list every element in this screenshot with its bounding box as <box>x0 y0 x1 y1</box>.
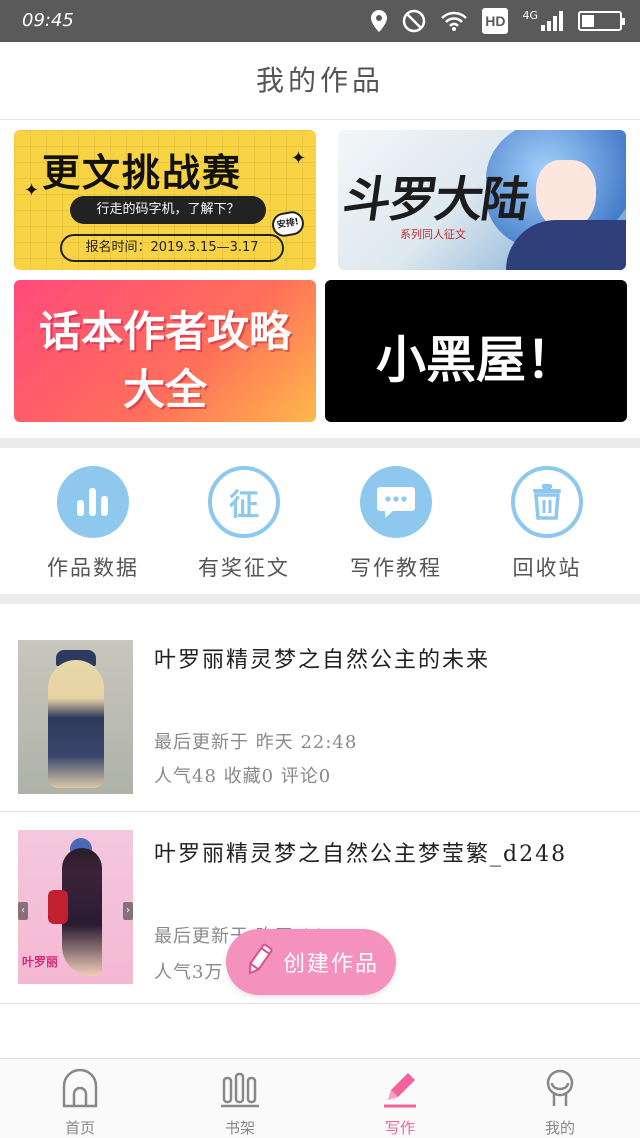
sparkle-icon: ✦ <box>290 148 306 169</box>
section-divider <box>0 594 640 604</box>
profile-icon <box>500 1067 620 1109</box>
pencil-icon <box>243 942 275 982</box>
contest-banner[interactable]: ✦ ✦ 更文挑战赛 行走的码字机，了解下？ 安排! 报名时间：2019.3.15… <box>14 130 316 270</box>
blackroom-text: 小黑屋！ <box>376 331 576 389</box>
hd-badge: HD <box>482 8 509 34</box>
blackroom-banner[interactable]: 小黑屋！ <box>325 280 627 422</box>
cover-prev-icon: ‹ <box>18 902 28 920</box>
zheng-character-icon: 征 <box>208 466 280 538</box>
tutorial-label: 写作教程 <box>350 556 442 580</box>
signal-icon <box>540 8 564 34</box>
recycle-bin-button[interactable]: 回收站 <box>487 466 607 582</box>
work-cover <box>18 640 133 794</box>
work-data-label: 作品数据 <box>47 556 139 580</box>
tab-home-label: 首页 <box>64 1119 95 1137</box>
author-guide-banner[interactable]: 话本作者攻略 大全 <box>14 280 316 422</box>
work-title: 叶罗丽精灵梦之自然公主梦莹繁_d248 <box>154 842 568 867</box>
chat-bubble-icon <box>360 466 432 538</box>
douluo-banner[interactable]: 斗罗大陆 系列同人征文 <box>338 130 626 270</box>
create-work-label: 创建作品 <box>282 952 379 977</box>
tab-write[interactable]: 写作 <box>340 1067 460 1138</box>
contest-button[interactable]: 征 有奖征文 <box>184 466 304 582</box>
status-time: 09:45 <box>22 10 74 31</box>
recycle-bin-label: 回收站 <box>512 556 582 580</box>
tab-write-label: 写作 <box>384 1119 415 1137</box>
quick-actions: 作品数据 征 有奖征文 写作教程 回收站 <box>0 448 640 594</box>
location-icon <box>370 8 388 34</box>
tab-home[interactable]: 首页 <box>20 1067 140 1138</box>
bar-chart-icon <box>57 466 129 538</box>
trash-icon <box>511 466 583 538</box>
work-updated: 最后更新于 昨天 22:48 <box>154 732 358 753</box>
cover-next-icon: › <box>123 902 133 920</box>
work-stats: 人气48 收藏0 评论0 <box>154 766 332 787</box>
bottom-tab-bar: 首页 书架 写作 我的 <box>0 1058 640 1138</box>
contest-label: 有奖征文 <box>198 556 290 580</box>
tab-mine[interactable]: 我的 <box>500 1067 620 1138</box>
guide-line-2: 大全 <box>122 365 207 414</box>
sparkle-icon: ✦ <box>24 180 40 201</box>
contest-tagline: 行走的码字机，了解下？ <box>70 196 266 224</box>
bookshelf-icon <box>180 1067 300 1109</box>
home-icon <box>20 1067 140 1109</box>
status-bar: 09:45 HD 4G <box>0 0 640 42</box>
work-stats: 人气3万 <box>154 962 224 983</box>
page-title: 我的作品 <box>255 64 384 97</box>
do-not-disturb-icon <box>402 8 426 34</box>
work-cover: ‹ › 叶罗丽 <box>18 830 133 984</box>
contest-date: 报名时间：2019.3.15—3.17 <box>60 234 284 262</box>
cover-logo: 叶罗丽 <box>22 955 59 969</box>
work-item[interactable]: 叶罗丽精灵梦之自然公主的未来 最后更新于 昨天 22:48 人气48 收藏0 评… <box>0 604 640 812</box>
section-divider <box>0 438 640 448</box>
banner-grid: ✦ ✦ 更文挑战赛 行走的码字机，了解下？ 安排! 报名时间：2019.3.15… <box>0 120 640 438</box>
work-data-button[interactable]: 作品数据 <box>33 466 153 582</box>
douluo-subtitle: 系列同人征文 <box>400 228 466 241</box>
tab-bookshelf-label: 书架 <box>224 1119 255 1137</box>
contest-heading: 更文挑战赛 <box>42 151 243 195</box>
tab-mine-label: 我的 <box>544 1119 575 1137</box>
create-work-button[interactable]: 创建作品 <box>226 929 396 995</box>
pen-icon <box>340 1067 460 1109</box>
wifi-icon <box>440 8 468 34</box>
guide-line-1: 话本作者攻略 <box>38 307 291 356</box>
douluo-title: 斗罗大陆 <box>339 172 532 228</box>
status-icons: HD 4G <box>370 8 625 34</box>
network-type-label: 4G <box>522 8 538 22</box>
battery-icon <box>578 8 625 34</box>
tab-bookshelf[interactable]: 书架 <box>180 1067 300 1138</box>
work-title: 叶罗丽精灵梦之自然公主的未来 <box>154 648 491 673</box>
header: 我的作品 <box>0 42 640 120</box>
tutorial-button[interactable]: 写作教程 <box>336 466 456 582</box>
